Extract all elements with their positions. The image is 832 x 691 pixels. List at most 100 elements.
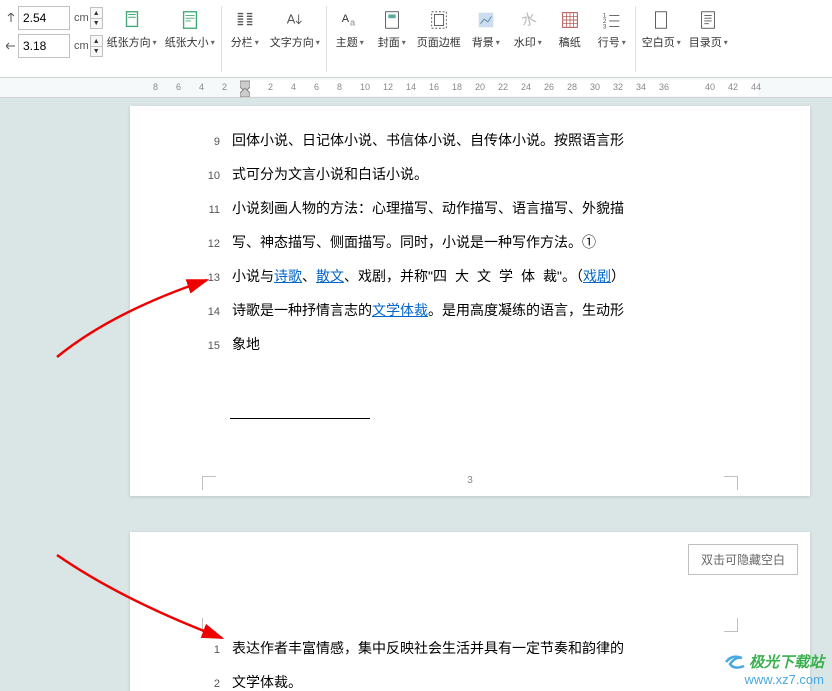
text-line[interactable]: 2 文学体裁。: [200, 666, 740, 691]
line-content[interactable]: 小说刻画人物的方法：心理描写、动作描写、语言描写、外貌描: [232, 192, 740, 224]
margin-left-input-row: cm ▲ ▼: [6, 34, 103, 58]
size-button[interactable]: 纸张大小▾: [161, 6, 219, 52]
svg-text:A: A: [286, 12, 295, 27]
margin-unit: cm: [74, 12, 89, 24]
margin-left-input[interactable]: [18, 34, 70, 58]
text-line[interactable]: 13 小说与诗歌、散文、戏剧，并称"四大文学体裁"。（戏剧）: [200, 260, 740, 294]
theme-button[interactable]: Aa 主题▾: [329, 6, 371, 52]
toc-page-icon: [696, 8, 720, 32]
svg-text:3: 3: [603, 23, 607, 30]
blank-page-icon: [649, 8, 673, 32]
ruler-tick: 16: [429, 82, 439, 92]
text-line[interactable]: 1 表达作者丰富情感，集中反映社会生活并具有一定节奏和韵律的: [200, 632, 740, 666]
ruler-tick: 6: [314, 82, 319, 92]
line-number-label: 12: [200, 228, 220, 260]
line-content[interactable]: 小说与诗歌、散文、戏剧，并称"四大文学体裁"。（戏剧）: [232, 260, 740, 292]
line-number-label: 15: [200, 330, 220, 362]
orientation-icon: [120, 8, 144, 32]
line-number-label: 10: [200, 160, 220, 192]
ruler-tick: 40: [705, 82, 715, 92]
ruler-tick: 26: [544, 82, 554, 92]
columns-button[interactable]: 分栏▾: [224, 6, 266, 52]
margin-top-input-row: cm ▲ ▼: [6, 6, 103, 30]
margin-top-up[interactable]: ▲: [90, 7, 103, 18]
text-line[interactable]: 10 式可分为文言小说和白话小说。: [200, 158, 740, 192]
line-number-icon: 123: [600, 8, 624, 32]
ruler-tick: 34: [636, 82, 646, 92]
ruler-tick: 8: [153, 82, 158, 92]
margin-top-down[interactable]: ▼: [90, 18, 103, 29]
line-number-label: 2: [200, 668, 220, 691]
size-icon: [178, 8, 202, 32]
watermark-icon: 水: [516, 8, 540, 32]
margin-top-input[interactable]: [18, 6, 70, 30]
ruler-tick: 12: [383, 82, 393, 92]
blank-page-button[interactable]: 空白页▾: [638, 6, 685, 52]
hide-blank-hint[interactable]: 双击可隐藏空白: [688, 544, 798, 575]
page-2: 双击可隐藏空白 1 表达作者丰富情感，集中反映社会生活并具有一定节奏和韵律的 2 文学…: [130, 532, 810, 691]
site-watermark: 极光下载站 www.xz7.com: [724, 651, 824, 687]
ruler-tick: 32: [613, 82, 623, 92]
line-number-button[interactable]: 123 行号▾: [591, 6, 633, 52]
text-line[interactable]: 11 小说刻画人物的方法：心理描写、动作描写、语言描写、外貌描: [200, 192, 740, 226]
ruler-tick: 28: [567, 82, 577, 92]
svg-text:水: 水: [519, 10, 538, 30]
line-content[interactable]: 表达作者丰富情感，集中反映社会生活并具有一定节奏和韵律的: [232, 632, 740, 664]
line-content[interactable]: 诗歌是一种抒情言志的文学体裁。是用高度凝练的语言，生动形: [232, 294, 740, 326]
svg-text:A: A: [341, 13, 349, 25]
line-number-label: 9: [200, 126, 220, 158]
text-direction-button[interactable]: A 文字方向▾: [266, 6, 324, 52]
text-line[interactable]: 9 回体小说、日记体小说、书信体小说、自传体小说。按照语言形: [200, 124, 740, 158]
background-button[interactable]: 背景▾: [465, 6, 507, 52]
cover-icon: [380, 8, 404, 32]
page-border-button[interactable]: 页面边框: [413, 6, 465, 52]
ruler-tick: 20: [475, 82, 485, 92]
line-content[interactable]: 文学体裁。: [232, 666, 740, 691]
margin-left-down[interactable]: ▼: [90, 46, 103, 57]
text-direction-icon: A: [283, 8, 307, 32]
line-content[interactable]: 式可分为文言小说和白话小说。: [232, 158, 740, 190]
margin-inputs-group: cm ▲ ▼ cm ▲ ▼: [0, 6, 103, 58]
text-line[interactable]: 12 写、神态描写、侧面描写。同时，小说是一种写作方法。①: [200, 226, 740, 260]
ruler-tick: 14: [406, 82, 416, 92]
toolbar: cm ▲ ▼ cm ▲ ▼ 纸张方向▾ 纸张大小▾: [0, 0, 832, 78]
margin-unit: cm: [74, 40, 89, 52]
text-line[interactable]: 14诗歌是一种抒情言志的文学体裁。是用高度凝练的语言，生动形: [200, 294, 740, 328]
document-area[interactable]: 9 回体小说、日记体小说、书信体小说、自传体小说。按照语言形 10 式可分为文言小说和…: [0, 98, 832, 691]
margin-left-up[interactable]: ▲: [90, 35, 103, 46]
ruler-tick: 2: [268, 82, 273, 92]
page-number: 3: [467, 475, 473, 486]
svg-text:a: a: [350, 18, 356, 28]
page-1: 9 回体小说、日记体小说、书信体小说、自传体小说。按照语言形 10 式可分为文言小说和…: [130, 106, 810, 496]
cover-button[interactable]: 封面▾: [371, 6, 413, 52]
columns-icon: [233, 8, 257, 32]
ruler-tick: 24: [521, 82, 531, 92]
horizontal-ruler[interactable]: 8642246810121416182022242628303234364042…: [0, 78, 832, 98]
theme-icon: Aa: [338, 8, 362, 32]
orientation-button[interactable]: 纸张方向▾: [103, 6, 161, 52]
line-number-label: 1: [200, 634, 220, 666]
line-content[interactable]: 象地: [232, 328, 740, 360]
ruler-tick: 36: [659, 82, 669, 92]
ruler-tick: 18: [452, 82, 462, 92]
line-number-label: 13: [200, 262, 220, 294]
draft-paper-icon: [558, 8, 582, 32]
line-content[interactable]: 回体小说、日记体小说、书信体小说、自传体小说。按照语言形: [232, 124, 740, 156]
watermark-button[interactable]: 水 水印▾: [507, 6, 549, 52]
ruler-tick: 8: [337, 82, 342, 92]
page-border-icon: [427, 8, 451, 32]
ruler-tick: 4: [199, 82, 204, 92]
ruler-tick: 42: [728, 82, 738, 92]
toc-page-button[interactable]: 目录页▾: [685, 6, 732, 52]
ruler-tick: 4: [291, 82, 296, 92]
line-number-label: 11: [200, 194, 220, 226]
footnote-separator: [230, 418, 370, 419]
line-content[interactable]: 写、神态描写、侧面描写。同时，小说是一种写作方法。①: [232, 226, 740, 258]
ruler-tick: 44: [751, 82, 761, 92]
draft-paper-button[interactable]: 稿纸: [549, 6, 591, 52]
ruler-tick: 6: [176, 82, 181, 92]
ruler-tick: 30: [590, 82, 600, 92]
ruler-tick: 2: [222, 82, 227, 92]
background-icon: [474, 8, 498, 32]
text-line[interactable]: 15 象地: [200, 328, 740, 362]
